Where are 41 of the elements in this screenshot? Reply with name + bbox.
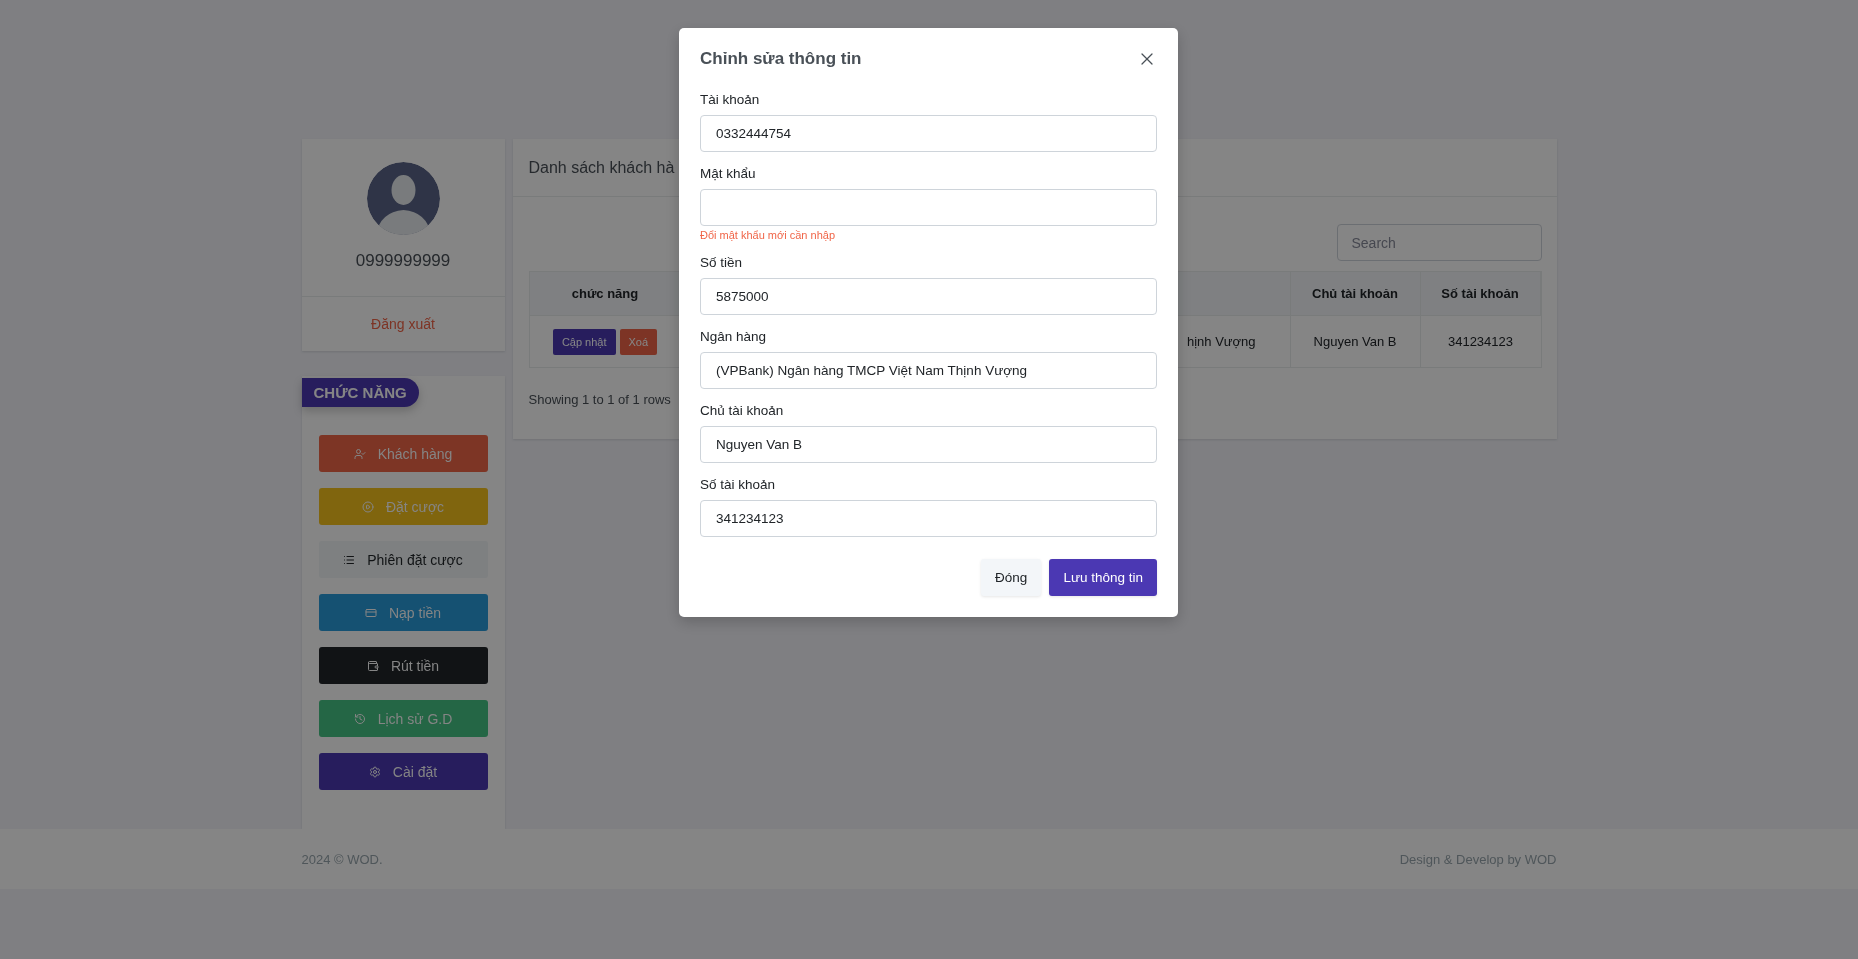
menu-icon	[366, 659, 379, 672]
close-dialog-button[interactable]: Đóng	[981, 559, 1042, 596]
menu-title: CHỨC NĂNG	[301, 378, 419, 407]
card-title: Danh sách khách hà	[528, 158, 675, 177]
field-label: Chủ tài khoản	[700, 403, 785, 418]
field-label: Mật khẩu	[700, 166, 757, 181]
column-header: Số tài khoản	[1420, 272, 1541, 316]
menu-button[interactable]: Cài đặt	[318, 753, 488, 790]
table-cell: Nguyen Van B	[1290, 316, 1421, 367]
menu-button[interactable]: Phiên đặt cược	[318, 541, 488, 578]
field-label: Tài khoản	[700, 92, 761, 107]
avatar-icon	[366, 162, 440, 235]
update-button[interactable]: Cập nhật	[552, 328, 616, 355]
delete-button[interactable]: Xoá	[619, 328, 658, 355]
column-header: chức năng	[529, 272, 682, 316]
field-label: Số tiền	[700, 255, 744, 270]
menu-icon	[368, 765, 381, 778]
field-hint: Đổi mật khẩu mới cần nhập	[700, 229, 836, 241]
table-cell-text: 341234123	[1446, 333, 1515, 351]
menu-button[interactable]: Khách hàng	[318, 435, 488, 472]
field-label: Số tài khoản	[700, 477, 777, 492]
field-label: Ngân hàng	[700, 329, 768, 344]
menu-icon	[353, 712, 366, 725]
dialog-title: Chỉnh sửa thông tin	[700, 49, 862, 69]
column-header: Chủ tài khoản	[1290, 272, 1421, 316]
save-button[interactable]: Lưu thông tin	[1049, 559, 1157, 596]
input-field[interactable]: 5875000	[700, 278, 1157, 315]
menu-icon	[353, 447, 366, 460]
input-field[interactable]: (VPBank) Ngân hàng TMCP Việt Nam Thịnh Vượng	[700, 352, 1157, 389]
menu-icon	[361, 500, 374, 513]
logout-link[interactable]: Đăng xuất	[301, 297, 505, 351]
profile-phone: 0999999999	[355, 251, 451, 271]
input-field[interactable]	[700, 189, 1157, 226]
menu-button[interactable]: Rút tiền	[318, 647, 488, 684]
input-field[interactable]: 341234123	[700, 500, 1157, 537]
menu-icon	[343, 553, 356, 566]
input-field[interactable]: 0332444754	[700, 115, 1157, 152]
search-field[interactable]: Search	[1336, 224, 1542, 261]
pagination-info: Showing 1 to 1 of 1 rows	[528, 392, 671, 407]
input-field[interactable]: Nguyen Van B	[700, 426, 1157, 463]
menu-icon	[364, 606, 377, 619]
